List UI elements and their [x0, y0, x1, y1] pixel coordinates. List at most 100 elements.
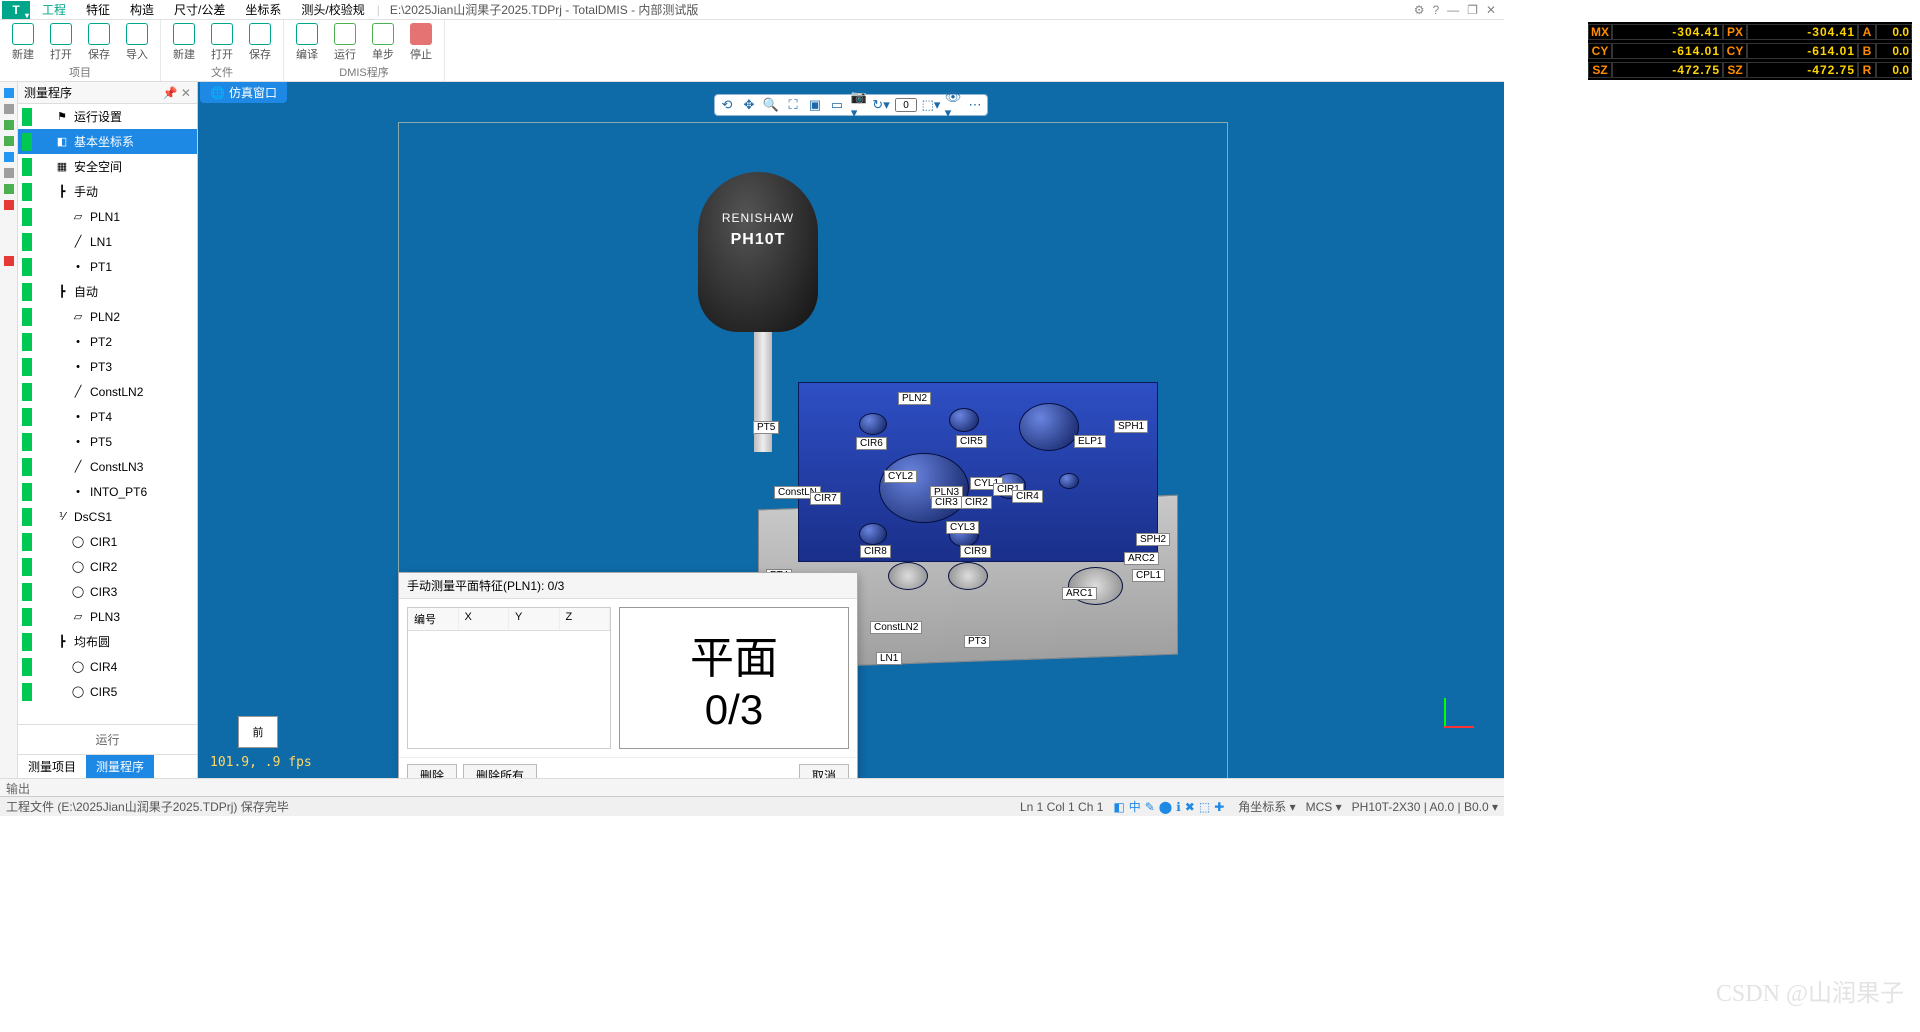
ribbon-保存[interactable]: 保存: [243, 22, 277, 63]
tree-item-CIR1[interactable]: ◯CIR1: [18, 529, 197, 554]
ribbon-编译[interactable]: 编译: [290, 22, 324, 63]
tree-tab-测量项目[interactable]: 测量项目: [18, 755, 86, 778]
ribbon-导入[interactable]: 导入: [120, 22, 154, 63]
tree-item-运行设置[interactable]: ⚑运行设置: [18, 104, 197, 129]
window-control-icon[interactable]: ⚙: [1414, 3, 1425, 17]
status-icon[interactable]: ℹ: [1176, 800, 1181, 814]
tree-item-INTO_PT6[interactable]: •INTO_PT6: [18, 479, 197, 504]
tree-item-PLN2[interactable]: ▱PLN2: [18, 304, 197, 329]
tree-item-基本坐标系[interactable]: ◧基本坐标系: [18, 129, 197, 154]
fit-icon[interactable]: ⛶: [785, 97, 801, 113]
ribbon-新建[interactable]: 新建: [167, 22, 201, 63]
tree-pin-icon[interactable]: 📌 ✕: [163, 86, 191, 100]
feature-label-CIR8[interactable]: CIR8: [860, 545, 891, 558]
ribbon-打开[interactable]: 打开: [205, 22, 239, 63]
coord-selector[interactable]: 角坐标系 ▾: [1238, 798, 1295, 815]
feature-label-CPL1[interactable]: CPL1: [1132, 569, 1165, 582]
view-cube[interactable]: 前: [238, 716, 278, 748]
tree-item-ConstLN2[interactable]: ╱ConstLN2: [18, 379, 197, 404]
feature-label-CYL3[interactable]: CYL3: [946, 521, 979, 534]
feature-label-PT5[interactable]: PT5: [753, 421, 779, 434]
status-icon[interactable]: 中: [1129, 800, 1141, 814]
ribbon-保存[interactable]: 保存: [82, 22, 116, 63]
delete-button[interactable]: 删除: [407, 764, 457, 778]
pan-icon[interactable]: ✥: [741, 97, 757, 113]
feature-label-CIR4[interactable]: CIR4: [1012, 490, 1043, 503]
feature-label-PT3[interactable]: PT3: [964, 635, 990, 648]
ribbon-运行[interactable]: 运行: [328, 22, 362, 63]
view-number-input[interactable]: [895, 98, 917, 112]
ribbon-打开[interactable]: 打开: [44, 22, 78, 63]
feature-label-ARC1[interactable]: ARC1: [1062, 587, 1097, 600]
run-button[interactable]: 运行: [18, 724, 197, 754]
feature-label-CYL2[interactable]: CYL2: [884, 470, 917, 483]
status-icon[interactable]: ⬚: [1199, 800, 1210, 814]
tree-item-手动[interactable]: ┣手动: [18, 179, 197, 204]
status-icon[interactable]: ✎: [1145, 800, 1155, 814]
probe-selector[interactable]: PH10T-2X30 | A0.0 | B0.0 ▾: [1352, 800, 1498, 814]
eye-icon[interactable]: 👁▾: [945, 97, 961, 113]
viewport-3d[interactable]: 🌐 仿真窗口 ⟲ ✥ 🔍 ⛶ ▣ ▭ 📷▾ ↻▾ ⬚▾ 👁▾ ⋯ RENISHA…: [198, 82, 1504, 778]
delete-all-button[interactable]: 删除所有: [463, 764, 537, 778]
window-control-icon[interactable]: —: [1447, 3, 1459, 17]
tree-item-LN1[interactable]: ╱LN1: [18, 229, 197, 254]
app-icon[interactable]: T: [2, 1, 30, 19]
status-icon[interactable]: ⬤: [1159, 800, 1172, 814]
tree-tab-测量程序[interactable]: 测量程序: [86, 755, 154, 778]
feature-label-CIR3[interactable]: CIR3: [931, 496, 962, 509]
status-icon[interactable]: ✖: [1185, 800, 1195, 814]
tree-item-PT5[interactable]: •PT5: [18, 429, 197, 454]
refresh-icon[interactable]: ↻▾: [873, 97, 889, 113]
menu-坐标系[interactable]: 坐标系: [235, 1, 291, 19]
feature-label-SPH2[interactable]: SPH2: [1136, 533, 1170, 546]
window-control-icon[interactable]: ❐: [1467, 3, 1478, 17]
layers-icon[interactable]: ⬚▾: [923, 97, 939, 113]
tree-item-PT2[interactable]: •PT2: [18, 329, 197, 354]
feature-label-CIR6[interactable]: CIR6: [856, 437, 887, 450]
feature-label-SPH1[interactable]: SPH1: [1114, 420, 1148, 433]
output-panel-title[interactable]: 输出: [0, 778, 1504, 796]
tree-item-PT1[interactable]: •PT1: [18, 254, 197, 279]
tree-item-PT3[interactable]: •PT3: [18, 354, 197, 379]
ribbon-停止[interactable]: 停止: [404, 22, 438, 63]
window-control-icon[interactable]: ✕: [1486, 3, 1496, 17]
tree-item-安全空间[interactable]: ▦安全空间: [18, 154, 197, 179]
mcs-selector[interactable]: MCS ▾: [1306, 800, 1342, 814]
zoomwin-icon[interactable]: ▣: [807, 97, 823, 113]
tree-item-PT4[interactable]: •PT4: [18, 404, 197, 429]
tree-item-PLN3[interactable]: ▱PLN3: [18, 604, 197, 629]
menu-特征[interactable]: 特征: [76, 1, 120, 19]
feature-label-ELP1[interactable]: ELP1: [1074, 435, 1106, 448]
sim-tab[interactable]: 🌐 仿真窗口: [200, 82, 287, 103]
menu-构造[interactable]: 构造: [120, 1, 164, 19]
feature-label-CIR7[interactable]: CIR7: [810, 492, 841, 505]
tree-item-CIR5[interactable]: ◯CIR5: [18, 679, 197, 704]
feature-label-ARC2[interactable]: ARC2: [1124, 552, 1159, 565]
feature-label-LN1[interactable]: LN1: [876, 652, 902, 665]
feature-label-CIR2[interactable]: CIR2: [961, 496, 992, 509]
tree-item-CIR4[interactable]: ◯CIR4: [18, 654, 197, 679]
tree-item-DsCS1[interactable]: ⅟DsCS1: [18, 504, 197, 529]
tree-item-自动[interactable]: ┣自动: [18, 279, 197, 304]
more-icon[interactable]: ⋯: [967, 97, 983, 113]
menu-测头/校验规[interactable]: 测头/校验规: [291, 1, 374, 19]
feature-label-CIR5[interactable]: CIR5: [956, 435, 987, 448]
tree-item-ConstLN3[interactable]: ╱ConstLN3: [18, 454, 197, 479]
ribbon-新建[interactable]: 新建: [6, 22, 40, 63]
tree-item-CIR2[interactable]: ◯CIR2: [18, 554, 197, 579]
ribbon-单步[interactable]: 单步: [366, 22, 400, 63]
points-table[interactable]: 编号XYZ: [407, 607, 611, 749]
tree-item-CIR3[interactable]: ◯CIR3: [18, 579, 197, 604]
status-icon[interactable]: ◧: [1113, 800, 1124, 814]
select-icon[interactable]: ▭: [829, 97, 845, 113]
menu-尺寸/公差[interactable]: 尺寸/公差: [164, 1, 235, 19]
feature-label-PLN2[interactable]: PLN2: [898, 392, 931, 405]
zoom-icon[interactable]: 🔍: [763, 97, 779, 113]
feature-label-ConstLN2[interactable]: ConstLN2: [870, 621, 922, 634]
cancel-button[interactable]: 取消: [799, 764, 849, 778]
status-icon[interactable]: ✚: [1214, 800, 1224, 814]
tree-item-PLN1[interactable]: ▱PLN1: [18, 204, 197, 229]
tree-item-均布圆[interactable]: ┣均布圆: [18, 629, 197, 654]
window-control-icon[interactable]: ?: [1432, 3, 1439, 17]
menu-工程[interactable]: 工程: [32, 1, 76, 19]
